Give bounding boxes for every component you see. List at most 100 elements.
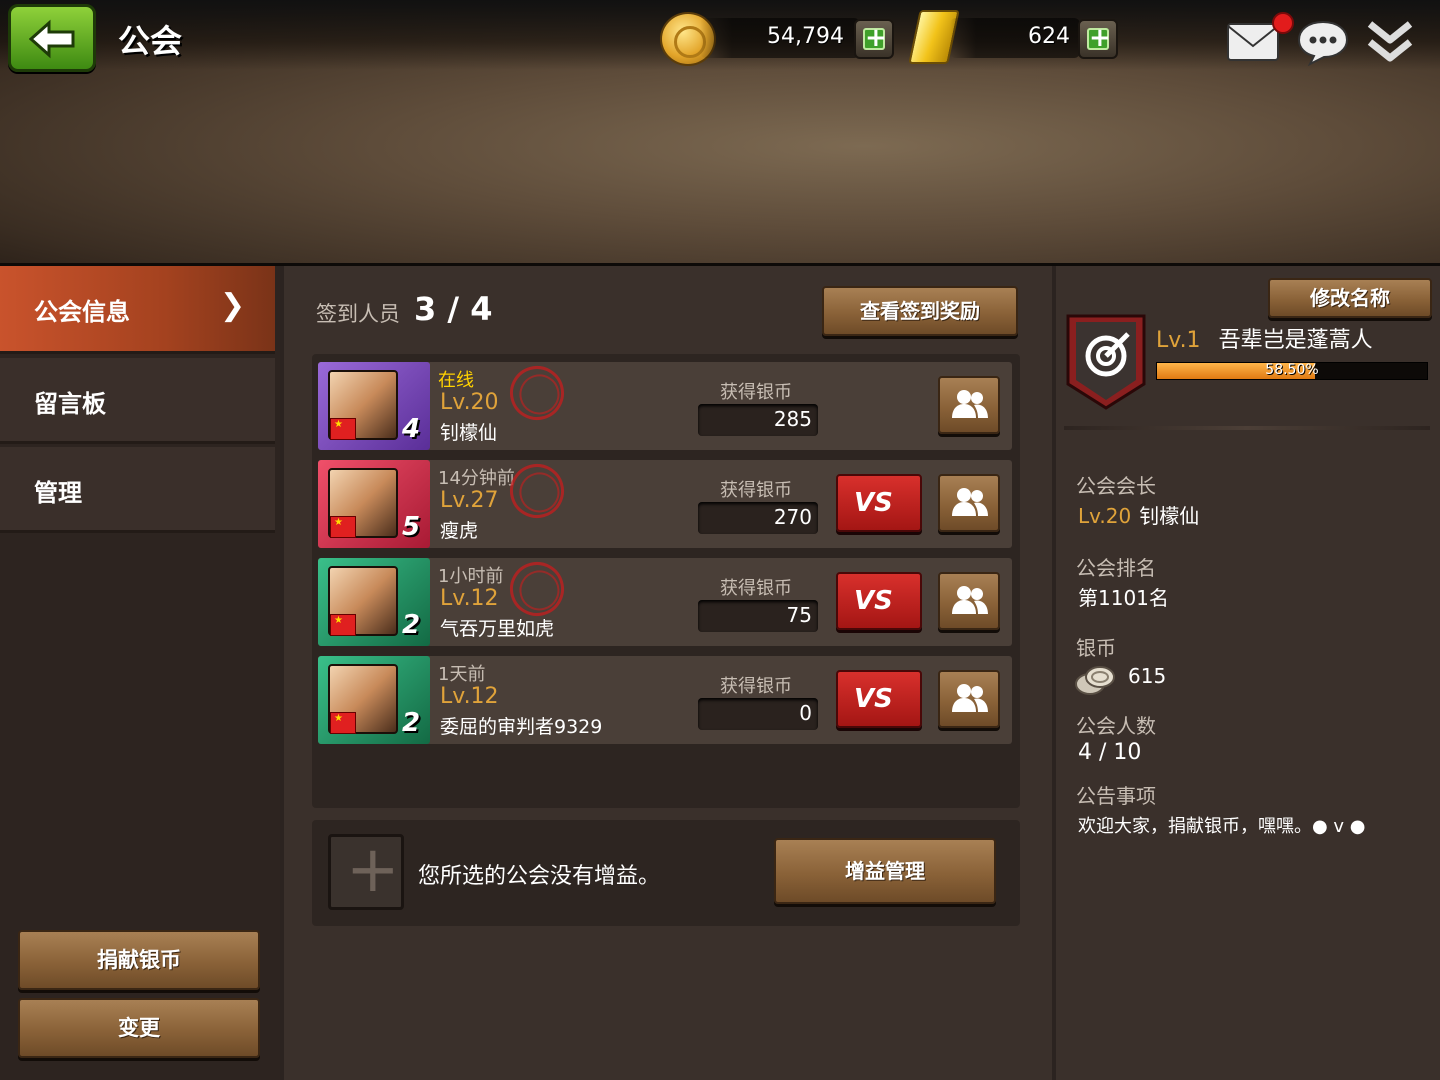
rename-label: 修改名称 xyxy=(1310,286,1390,310)
change-button[interactable]: 变更 xyxy=(18,998,260,1058)
china-flag-icon xyxy=(330,418,356,440)
signin-label: 签到人员 xyxy=(316,302,400,326)
member-level: Lv.27 xyxy=(440,488,499,513)
earn-box: 0 xyxy=(698,698,818,730)
guild-name: 吾辈岂是蓬蒿人 xyxy=(1218,328,1373,353)
main-panel: 签到人员 3 / 4 查看签到奖励 4 在线 Lv.20 钊檬仙 获得银币 28… xyxy=(284,266,1052,1080)
versus-icon: VS xyxy=(854,586,893,616)
sidebar-item-guild-info[interactable]: 公会信息 ❯ xyxy=(0,266,275,354)
signed-stamp-icon xyxy=(503,555,571,623)
gold-resource: 624 + xyxy=(950,14,1120,62)
china-flag-icon xyxy=(330,614,356,636)
versus-button[interactable]: VS xyxy=(836,670,922,728)
member-rank: 2 xyxy=(402,610,421,640)
versus-icon: VS xyxy=(854,684,893,714)
donate-silver-label: 捐献银币 xyxy=(97,948,181,972)
member-avatar[interactable]: 2 xyxy=(318,558,430,646)
leader-label: 公会会长 xyxy=(1076,474,1156,498)
versus-button[interactable]: VS xyxy=(836,572,922,630)
notice-label: 公告事项 xyxy=(1076,784,1156,808)
sidebar-item-label: 管理 xyxy=(34,479,82,507)
collapse-menu-icon[interactable] xyxy=(1366,18,1414,64)
member-avatar[interactable]: 4 xyxy=(318,362,430,450)
member-rank: 4 xyxy=(402,414,421,444)
rank-label: 公会排名 xyxy=(1076,556,1156,580)
earn-label: 获得银币 xyxy=(720,382,792,403)
back-button[interactable] xyxy=(8,4,96,72)
rank-value: 第1101名 xyxy=(1078,586,1169,610)
sidebar-item-message-board[interactable]: 留言板 xyxy=(0,358,275,444)
silver-label: 银币 xyxy=(1076,636,1116,660)
rename-button[interactable]: 修改名称 xyxy=(1268,278,1432,318)
divider xyxy=(1064,426,1430,430)
earn-label: 获得银币 xyxy=(720,578,792,599)
member-name: 瘦虎 xyxy=(440,520,479,542)
guild-emblem-icon xyxy=(1066,314,1146,410)
buff-manage-label: 增益管理 xyxy=(845,859,925,883)
member-name: 委屈的审判者9329 xyxy=(440,716,603,738)
silver-coins-icon xyxy=(1075,666,1115,695)
sidebar-item-label: 公会信息 xyxy=(34,298,130,326)
silver-value: 615 xyxy=(1128,664,1167,688)
friends-icon xyxy=(952,586,988,614)
view-signin-rewards-label: 查看签到奖励 xyxy=(860,299,980,323)
member-row: 4 在线 Lv.20 钊檬仙 获得银币 285 xyxy=(318,359,1012,450)
members-label: 公会人数 xyxy=(1076,714,1156,738)
friends-icon xyxy=(952,390,988,418)
friend-button[interactable] xyxy=(938,670,1000,728)
back-arrow-icon xyxy=(29,19,75,59)
add-buff-icon[interactable] xyxy=(328,833,404,910)
member-avatar[interactable]: 2 xyxy=(318,656,430,744)
member-rank: 2 xyxy=(402,708,421,738)
member-avatar[interactable]: 5 xyxy=(318,460,430,548)
earn-value: 0 xyxy=(799,701,812,725)
view-signin-rewards-button[interactable]: 查看签到奖励 xyxy=(822,286,1018,336)
mail-notification-dot xyxy=(1272,12,1294,34)
add-gold-button[interactable]: + xyxy=(1078,19,1118,59)
leader-level: Lv.20 xyxy=(1078,504,1132,528)
friend-button[interactable] xyxy=(938,474,1000,532)
member-level: Lv.12 xyxy=(440,586,499,611)
member-row: 2 1小时前 Lv.12 气吞万里如虎 获得银币 75 VS xyxy=(318,555,1012,646)
member-rank: 5 xyxy=(402,512,421,542)
buff-manage-button[interactable]: 增益管理 xyxy=(774,838,996,904)
page-title: 公会 xyxy=(118,22,183,60)
china-flag-icon xyxy=(330,712,356,734)
guild-level: Lv.1 xyxy=(1156,328,1201,353)
earn-value: 75 xyxy=(786,603,812,627)
member-status: 1天前 xyxy=(438,664,486,685)
versus-button[interactable]: VS xyxy=(836,474,922,532)
china-flag-icon xyxy=(330,516,356,538)
sidebar: 公会信息 ❯ 留言板 管理 捐献银币 变更 xyxy=(0,266,280,1080)
guild-title: Lv.1 吾辈岂是蓬蒿人 xyxy=(1156,322,1373,354)
friends-icon xyxy=(952,488,988,516)
member-row: 2 1天前 Lv.12 委屈的审判者9329 获得银币 0 VS xyxy=(318,656,1012,744)
friend-button[interactable] xyxy=(938,572,1000,630)
member-status: 1小时前 xyxy=(438,566,504,587)
member-name: 气吞万里如虎 xyxy=(440,618,555,640)
versus-icon: VS xyxy=(854,488,893,518)
earn-label: 获得银币 xyxy=(720,676,792,697)
earn-value: 270 xyxy=(773,505,812,529)
earn-box: 285 xyxy=(698,404,818,436)
earn-box: 270 xyxy=(698,502,818,534)
silver-resource: 54,794 + xyxy=(700,14,900,62)
notice-value: 欢迎大家，捐献银币，嘿嘿。● v ● xyxy=(1078,816,1366,837)
signed-stamp-icon xyxy=(503,359,571,427)
friends-icon xyxy=(952,684,988,712)
leader-value: Lv.20 钊檬仙 xyxy=(1078,500,1199,529)
sidebar-item-manage[interactable]: 管理 xyxy=(0,447,275,533)
chat-icon[interactable] xyxy=(1296,18,1350,66)
guild-exp-bar: 58.50% xyxy=(1156,362,1428,380)
friend-button[interactable] xyxy=(938,376,1000,434)
leader-name: 钊檬仙 xyxy=(1139,504,1200,528)
buff-status-text: 您所选的公会没有增益。 xyxy=(418,864,661,889)
members-value: 4 / 10 xyxy=(1078,740,1142,765)
earn-value: 285 xyxy=(773,407,812,431)
add-silver-button[interactable]: + xyxy=(854,19,894,59)
member-row: 5 14分钟前 Lv.27 瘦虎 获得银币 270 VS xyxy=(318,457,1012,548)
gold-amount: 624 xyxy=(1028,24,1070,49)
earn-label: 获得银币 xyxy=(720,480,792,501)
donate-silver-button[interactable]: 捐献银币 xyxy=(18,930,260,990)
sidebar-item-label: 留言板 xyxy=(34,390,106,418)
